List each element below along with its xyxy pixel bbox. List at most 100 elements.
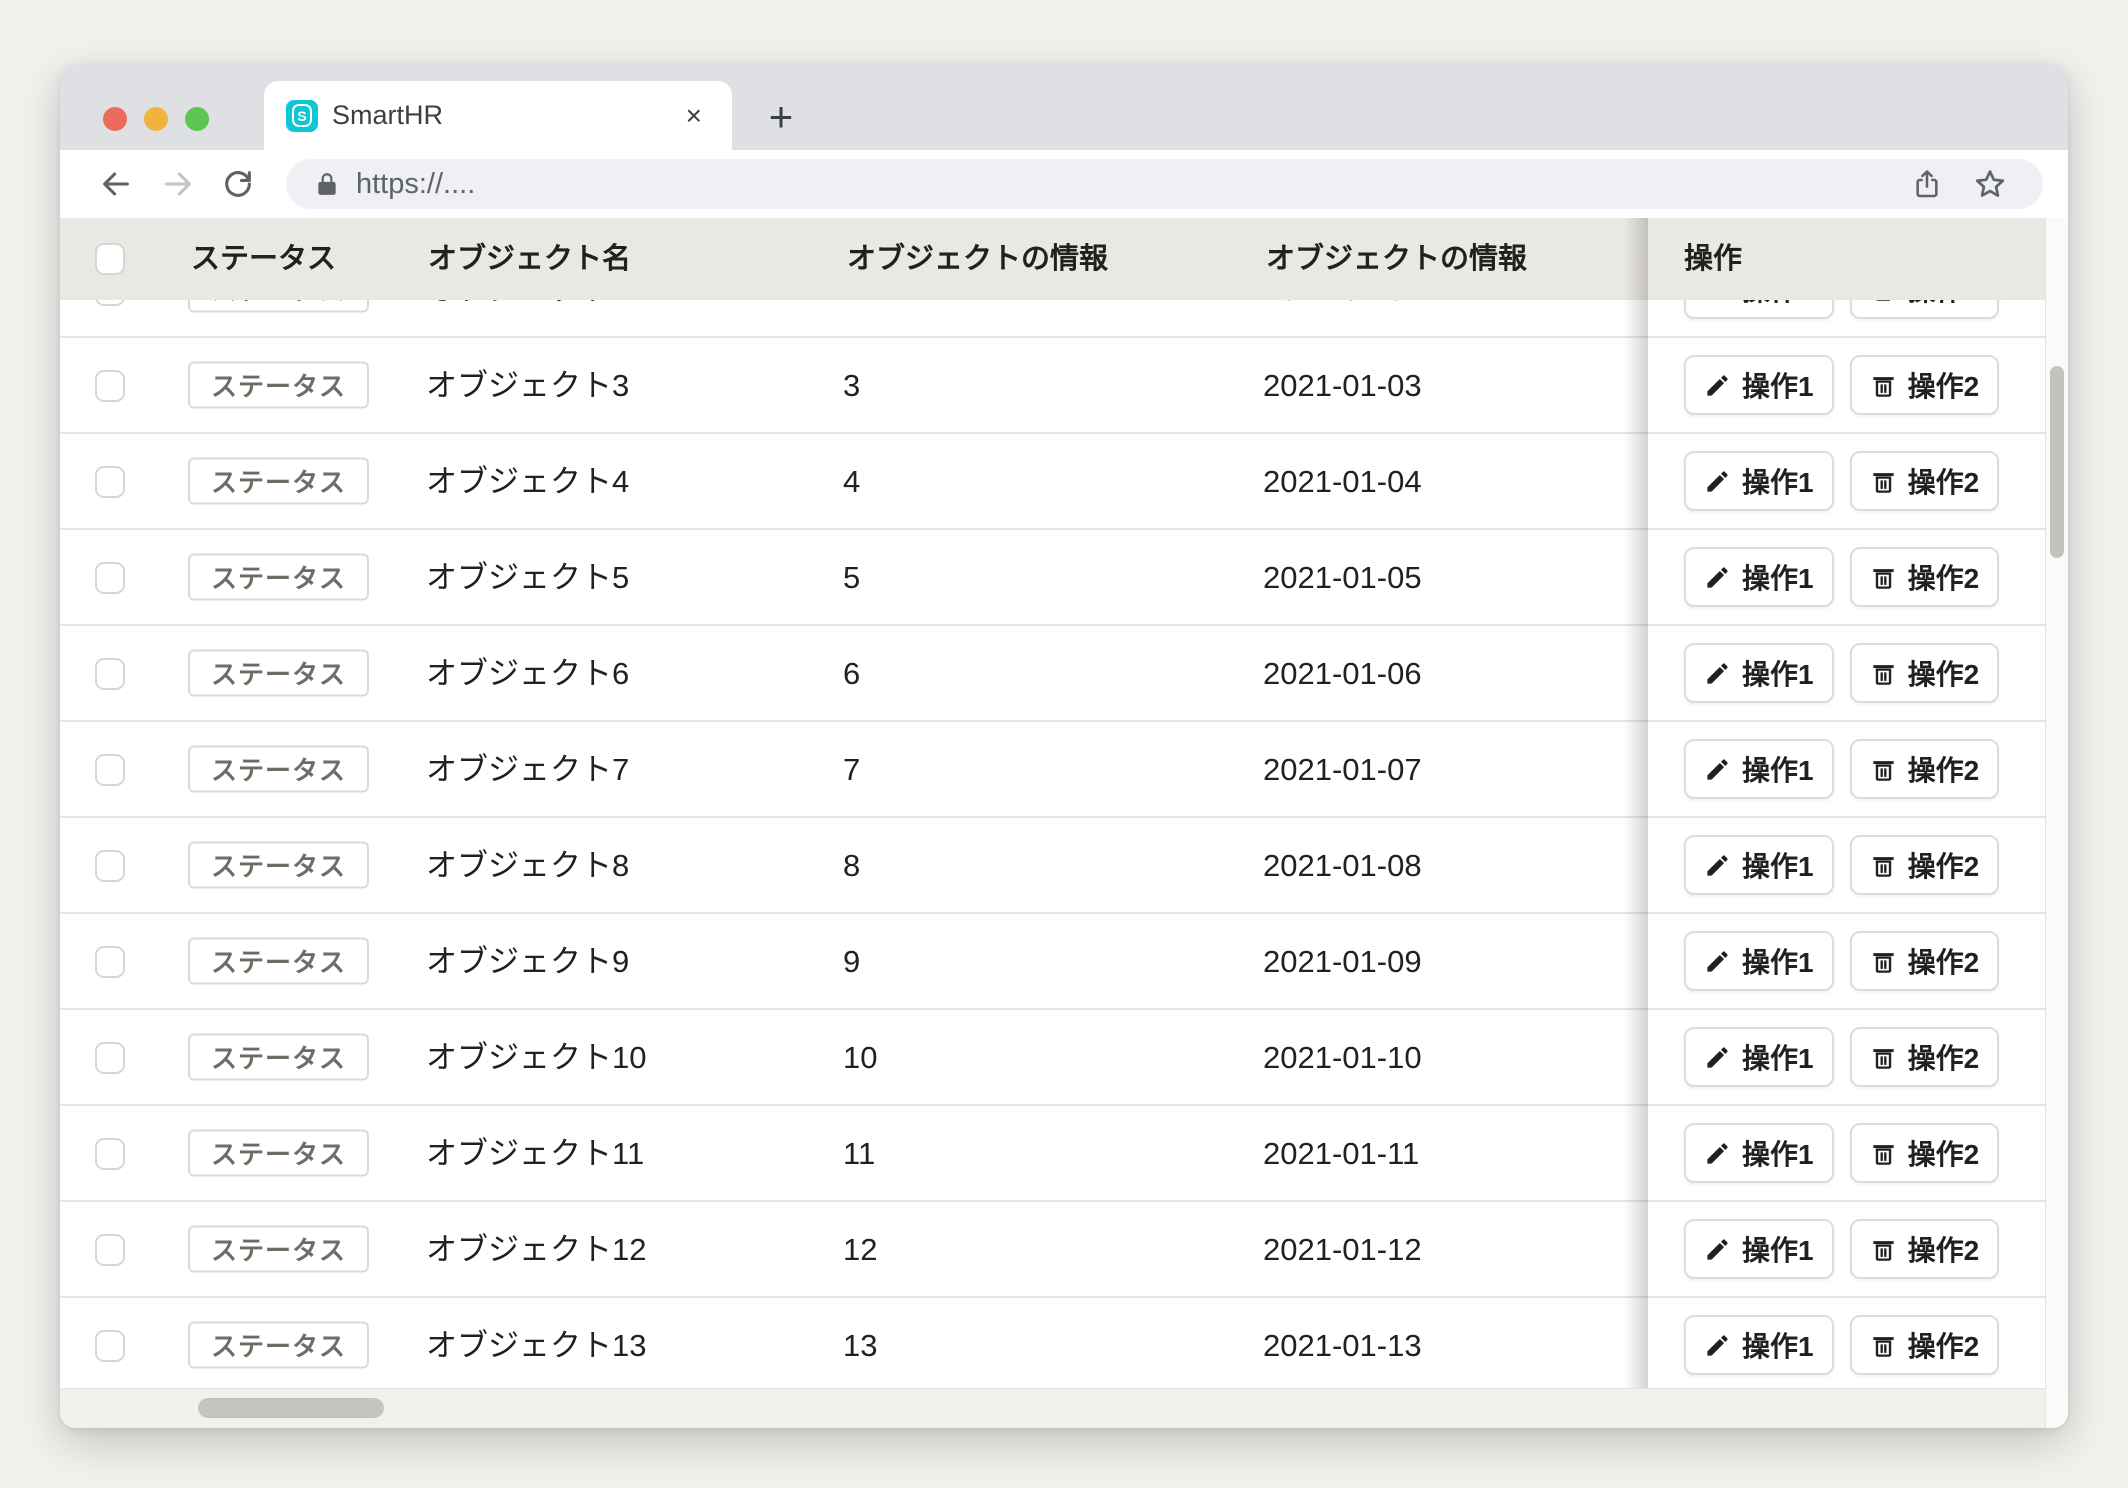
edit-action-button[interactable]: 操作1	[1684, 1219, 1834, 1279]
horizontal-scrollbar-thumb[interactable]	[198, 1398, 384, 1418]
object-name-cell: オブジェクト7	[426, 722, 629, 818]
url-text: https://....	[356, 168, 1911, 201]
pencil-icon	[1704, 1332, 1731, 1359]
delete-action-label: 操作2	[1908, 845, 1980, 885]
share-icon[interactable]	[1911, 168, 1943, 200]
status-badge: ステータス	[188, 746, 369, 793]
status-badge: ステータス	[188, 554, 369, 601]
delete-action-button[interactable]: 操作2	[1850, 739, 2000, 799]
row-checkbox[interactable]	[95, 754, 125, 786]
delete-action-button[interactable]: 操作2	[1850, 547, 2000, 607]
column-header-status: ステータス	[191, 218, 336, 300]
row-checkbox[interactable]	[95, 1042, 125, 1074]
back-icon[interactable]	[96, 164, 136, 204]
edit-action-button[interactable]: 操作1	[1684, 739, 1834, 799]
edit-action-button[interactable]: 操作1	[1684, 451, 1834, 511]
delete-action-button[interactable]: 操作2	[1850, 451, 2000, 511]
delete-action-button[interactable]: 操作2	[1850, 1219, 2000, 1279]
table-row: ステータス オブジェクト11 11 2021-01-11 操作1 操作2	[60, 1106, 2045, 1202]
object-info-cell: 12	[843, 1202, 877, 1298]
edit-action-button[interactable]: 操作1	[1684, 643, 1834, 703]
delete-action-button[interactable]: 操作2	[1850, 931, 2000, 991]
delete-action-button[interactable]: 操作2	[1850, 643, 2000, 703]
row-checkbox[interactable]	[95, 466, 125, 498]
edit-action-button[interactable]: 操作1	[1684, 355, 1834, 415]
pencil-icon	[1704, 660, 1731, 687]
delete-action-button[interactable]: 操作2	[1850, 1315, 2000, 1375]
select-all-checkbox[interactable]	[95, 243, 125, 275]
delete-action-button[interactable]: 操作2	[1850, 1123, 2000, 1183]
row-checkbox[interactable]	[95, 1234, 125, 1266]
row-checkbox[interactable]	[95, 946, 125, 978]
delete-action-label: 操作2	[1908, 653, 1980, 693]
pencil-icon	[1704, 756, 1731, 783]
pencil-icon	[1704, 1044, 1731, 1071]
object-info-cell: 3	[843, 338, 860, 434]
column-header-info2: オブジェクトの情報	[1266, 218, 1527, 300]
rows-container: ステータス オブジェクト2 2 2021-01-02 操作1 操作2 ステータス…	[60, 300, 2045, 1388]
delete-action-button[interactable]: 操作2	[1850, 300, 2000, 319]
close-window-button[interactable]	[103, 107, 127, 131]
delete-action-button[interactable]: 操作2	[1850, 835, 2000, 895]
vertical-scrollbar-thumb[interactable]	[2050, 366, 2064, 558]
row-checkbox[interactable]	[95, 1138, 125, 1170]
status-badge: ステータス	[188, 938, 369, 985]
row-checkbox[interactable]	[95, 370, 125, 402]
object-name-cell: オブジェクト5	[426, 530, 629, 626]
reload-icon[interactable]	[218, 164, 258, 204]
column-header-info1: オブジェクトの情報	[847, 218, 1108, 300]
edit-action-button[interactable]: 操作1	[1684, 931, 1834, 991]
browser-tab[interactable]: S SmartHR ×	[264, 81, 732, 150]
delete-action-button[interactable]: 操作2	[1850, 355, 2000, 415]
row-checkbox[interactable]	[95, 1330, 125, 1362]
object-name-cell: オブジェクト4	[426, 434, 629, 530]
actions-cell: 操作1 操作2	[1648, 1298, 2045, 1388]
table-row: ステータス オブジェクト13 13 2021-01-13 操作1 操作2	[60, 1298, 2045, 1388]
edit-action-button[interactable]: 操作1	[1684, 547, 1834, 607]
edit-action-button[interactable]: 操作1	[1684, 835, 1834, 895]
traffic-lights	[103, 107, 209, 131]
status-badge: ステータス	[188, 650, 369, 697]
edit-action-label: 操作1	[1742, 845, 1814, 885]
object-info-cell: 8	[843, 818, 860, 914]
edit-action-button[interactable]: 操作1	[1684, 300, 1834, 319]
partially-scrolled-row-clip: ステータス オブジェクト2 2 2021-01-02 操作1 操作2	[60, 300, 2045, 338]
column-header-actions: 操作	[1684, 218, 1742, 300]
delete-action-label: 操作2	[1908, 1229, 1980, 1269]
table-row: ステータス オブジェクト3 3 2021-01-03 操作1 操作2	[60, 338, 2045, 434]
address-bar[interactable]: https://....	[286, 159, 2043, 209]
object-date-cell: 2021-01-04	[1263, 434, 1422, 530]
zoom-window-button[interactable]	[185, 107, 209, 131]
pencil-icon	[1704, 372, 1731, 399]
delete-action-button[interactable]: 操作2	[1850, 1027, 2000, 1087]
delete-action-label: 操作2	[1908, 461, 1980, 501]
edit-action-button[interactable]: 操作1	[1684, 1315, 1834, 1375]
object-info-cell: 7	[843, 722, 860, 818]
bookmark-star-icon[interactable]	[1973, 167, 2007, 201]
delete-action-label: 操作2	[1908, 941, 1980, 981]
favicon-letter: S	[292, 104, 312, 127]
row-checkbox[interactable]	[95, 850, 125, 882]
trash-icon	[1870, 852, 1897, 879]
row-checkbox[interactable]	[95, 562, 125, 594]
object-date-cell: 2021-01-06	[1263, 626, 1422, 722]
close-tab-icon[interactable]: ×	[678, 96, 710, 136]
object-date-cell: 2021-01-03	[1263, 338, 1422, 434]
forward-icon[interactable]	[158, 164, 198, 204]
row-checkbox[interactable]	[95, 658, 125, 690]
delete-action-label: 操作2	[1908, 1133, 1980, 1173]
row-checkbox[interactable]	[95, 300, 125, 306]
object-date-cell: 2021-01-11	[1263, 1106, 1419, 1202]
trash-icon	[1870, 1332, 1897, 1359]
actions-cell: 操作1 操作2	[1648, 626, 2045, 720]
edit-action-label: 操作1	[1742, 300, 1814, 309]
edit-action-button[interactable]: 操作1	[1684, 1123, 1834, 1183]
actions-cell: 操作1 操作2	[1648, 1106, 2045, 1200]
new-tab-button[interactable]: +	[756, 94, 806, 144]
horizontal-scrollbar[interactable]	[60, 1388, 2045, 1428]
minimize-window-button[interactable]	[144, 107, 168, 131]
vertical-scrollbar[interactable]	[2045, 218, 2068, 1428]
edit-action-button[interactable]: 操作1	[1684, 1027, 1834, 1087]
status-badge: ステータス	[188, 362, 369, 409]
table-row: ステータス オブジェクト12 12 2021-01-12 操作1 操作2	[60, 1202, 2045, 1298]
